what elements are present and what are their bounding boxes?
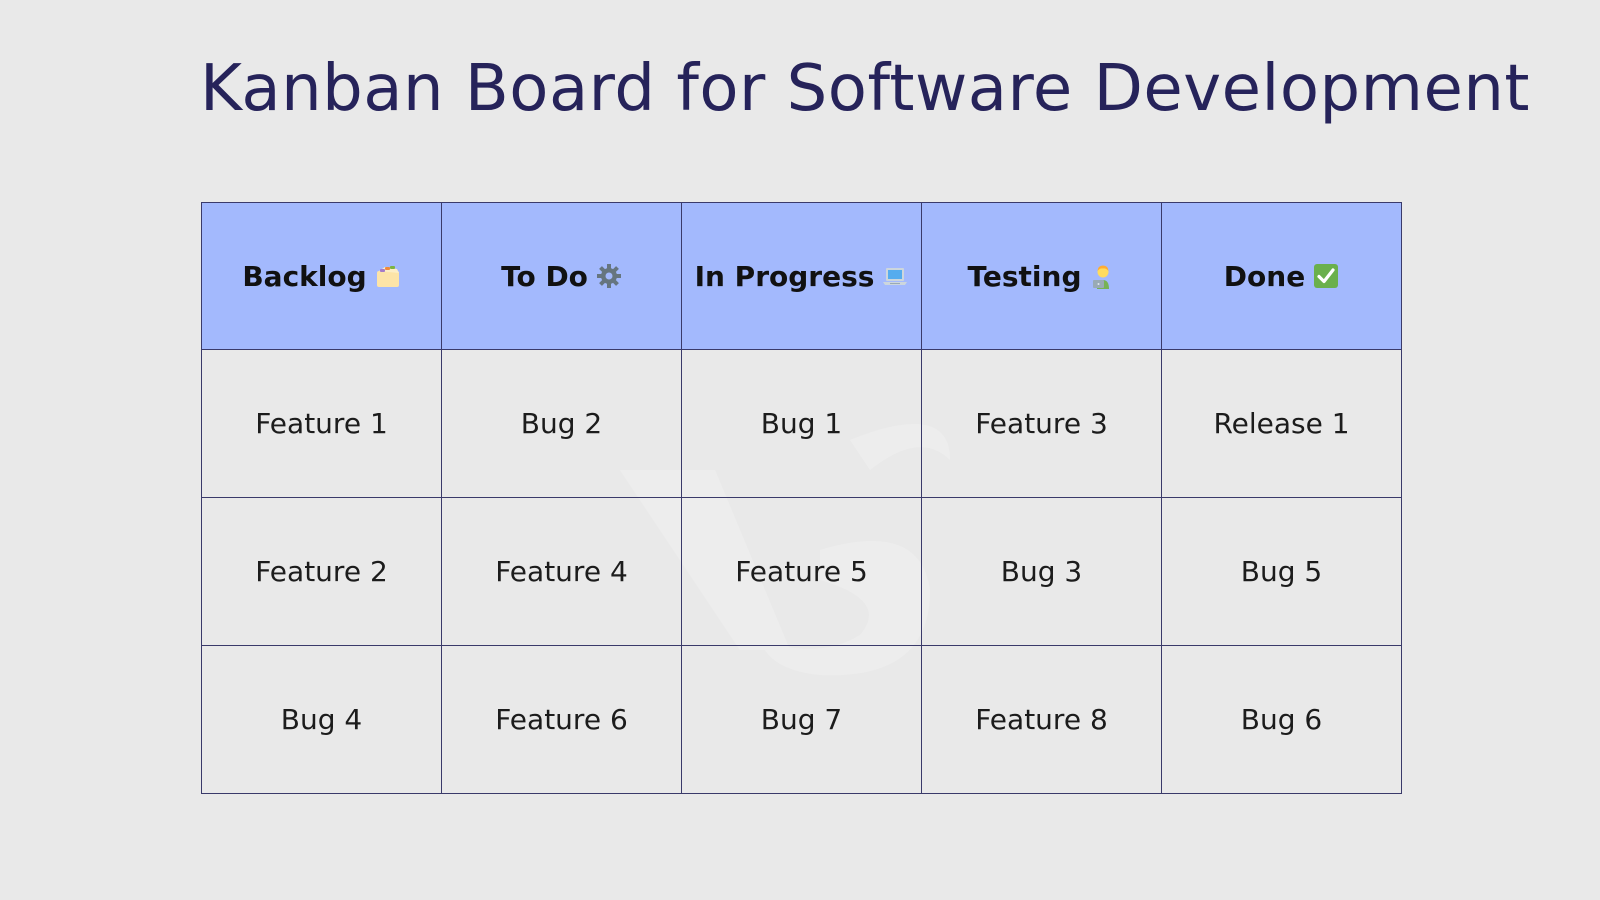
task-card[interactable]: Feature 3 <box>921 349 1162 498</box>
task-card[interactable]: Bug 7 <box>681 645 922 794</box>
column-header-testing[interactable]: Testing <box>921 202 1162 350</box>
column-label: Done <box>1223 259 1306 293</box>
task-card[interactable]: Bug 3 <box>921 497 1162 646</box>
task-card[interactable]: Release 1 <box>1161 349 1402 498</box>
board-row: Feature 2 Feature 4 Feature 5 Bug 3 Bug … <box>201 497 1402 646</box>
column-label: Testing <box>967 259 1082 293</box>
laptop-icon <box>882 263 908 289</box>
column-label: In Progress <box>694 259 875 293</box>
column-header-done[interactable]: Done <box>1161 202 1402 350</box>
board-row: Feature 1 Bug 2 Bug 1 Feature 3 Release … <box>201 349 1402 498</box>
task-card[interactable]: Feature 4 <box>441 497 682 646</box>
column-label: To Do <box>501 259 588 293</box>
header-row: Backlog To Do In Progress Testing Done <box>201 202 1402 350</box>
technologist-icon <box>1090 263 1116 289</box>
column-header-to-do[interactable]: To Do <box>441 202 682 350</box>
task-card[interactable]: Bug 4 <box>201 645 442 794</box>
task-card[interactable]: Bug 6 <box>1161 645 1402 794</box>
gear-icon <box>596 263 622 289</box>
task-card[interactable]: Feature 6 <box>441 645 682 794</box>
task-card[interactable]: Feature 2 <box>201 497 442 646</box>
task-card[interactable]: Feature 5 <box>681 497 922 646</box>
page-title: Kanban Board for Software Development <box>200 52 1530 126</box>
column-header-backlog[interactable]: Backlog <box>201 202 442 350</box>
task-card[interactable]: Bug 5 <box>1161 497 1402 646</box>
card-index-dividers-icon <box>375 263 401 289</box>
column-header-in-progress[interactable]: In Progress <box>681 202 922 350</box>
check-mark-button-icon <box>1313 263 1339 289</box>
board-row: Bug 4 Feature 6 Bug 7 Feature 8 Bug 6 <box>201 645 1402 794</box>
task-card[interactable]: Bug 1 <box>681 349 922 498</box>
task-card[interactable]: Bug 2 <box>441 349 682 498</box>
task-card[interactable]: Feature 1 <box>201 349 442 498</box>
kanban-board: Backlog To Do In Progress Testing Done F… <box>201 202 1402 794</box>
task-card[interactable]: Feature 8 <box>921 645 1162 794</box>
column-label: Backlog <box>242 259 367 293</box>
